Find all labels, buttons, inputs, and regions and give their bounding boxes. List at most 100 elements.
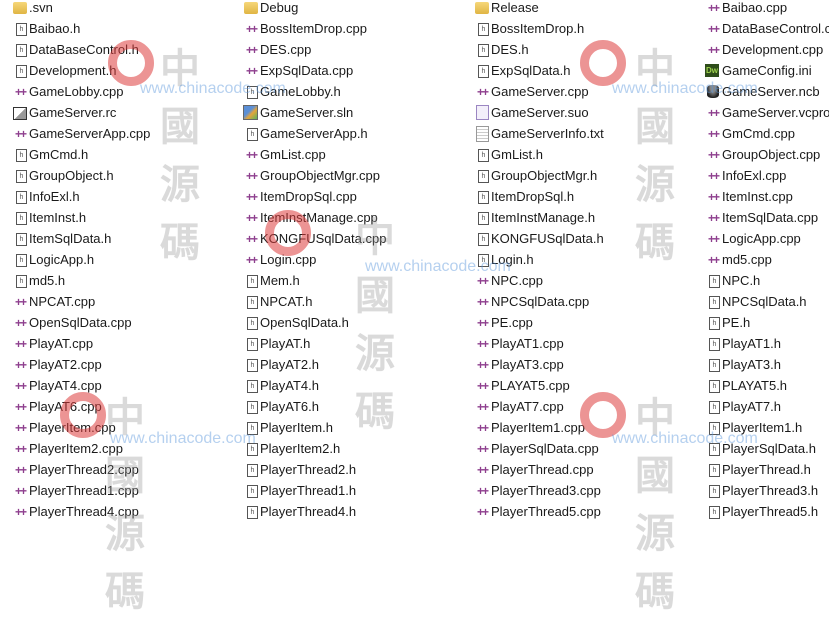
file-item[interactable]: h DataBaseControl.h [0, 39, 231, 60]
file-item[interactable]: ++ PlayAT2.cpp [0, 354, 231, 375]
file-item[interactable]: h PE.h [693, 312, 829, 333]
file-item[interactable]: h GroupObject.h [0, 165, 231, 186]
file-item[interactable]: ++ PlayerItem.cpp [0, 417, 231, 438]
file-item[interactable]: ++ Development.cpp [693, 39, 829, 60]
file-item[interactable]: ++ PlayAT6.cpp [0, 396, 231, 417]
file-item[interactable]: ++ md5.cpp [693, 249, 829, 270]
file-item[interactable]: ++ NPCAT.cpp [0, 291, 231, 312]
file-item[interactable]: h PlayAT2.h [231, 354, 462, 375]
file-item[interactable]: ++ PlayAT.cpp [0, 333, 231, 354]
file-item[interactable]: h PlayerThread1.h [231, 480, 462, 501]
file-item[interactable]: ++ GroupObjectMgr.cpp [231, 165, 462, 186]
file-item[interactable]: h PlayerItem.h [231, 417, 462, 438]
file-item[interactable]: h PlayAT6.h [231, 396, 462, 417]
file-item[interactable]: h PlayAT.h [231, 333, 462, 354]
file-item[interactable]: h GmCmd.h [0, 144, 231, 165]
file-item[interactable]: h ItemInst.h [0, 207, 231, 228]
file-item[interactable]: h ExpSqlData.h [462, 60, 693, 81]
file-item[interactable]: ++ ItemSqlData.cpp [693, 207, 829, 228]
file-item[interactable]: ++ ItemInstManage.cpp [231, 207, 462, 228]
file-item[interactable]: h GameServerApp.h [231, 123, 462, 144]
file-item[interactable]: h PlayerSqlData.h [693, 438, 829, 459]
file-item[interactable]: ++ GmList.cpp [231, 144, 462, 165]
file-item[interactable]: GameServer.ncb [693, 81, 829, 102]
file-item[interactable]: h PLAYAT5.h [693, 375, 829, 396]
file-item[interactable]: GameServer.sln [231, 102, 462, 123]
file-item[interactable]: ++ PlayerThread5.cpp [462, 501, 693, 522]
file-item[interactable]: ++ GameServerApp.cpp [0, 123, 231, 144]
file-item[interactable]: ++ PE.cpp [462, 312, 693, 333]
file-item[interactable]: h ItemSqlData.h [0, 228, 231, 249]
file-item[interactable]: ++ NPC.cpp [462, 270, 693, 291]
file-item[interactable]: ++ PlayerThread4.cpp [0, 501, 231, 522]
file-item[interactable]: GameServerInfo.txt [462, 123, 693, 144]
file-item[interactable]: h PlayAT3.h [693, 354, 829, 375]
file-item[interactable]: h PlayerThread2.h [231, 459, 462, 480]
file-item[interactable]: ++ PlayerThread.cpp [462, 459, 693, 480]
file-item[interactable]: h NPCSqlData.h [693, 291, 829, 312]
file-item[interactable]: h ItemDropSql.h [462, 186, 693, 207]
file-item[interactable]: h GmList.h [462, 144, 693, 165]
folder-item[interactable]: Debug [231, 0, 462, 18]
file-item[interactable]: ++ InfoExl.cpp [693, 165, 829, 186]
file-item[interactable]: ++ BossItemDrop.cpp [231, 18, 462, 39]
file-item[interactable]: ++ PlayerThread3.cpp [462, 480, 693, 501]
file-item[interactable]: h PlayAT1.h [693, 333, 829, 354]
file-item[interactable]: h ItemInstManage.h [462, 207, 693, 228]
file-item[interactable]: Dw GameConfig.ini [693, 60, 829, 81]
file-item[interactable]: ++ LogicApp.cpp [693, 228, 829, 249]
file-item[interactable]: h KONGFUSqlData.h [462, 228, 693, 249]
file-item[interactable]: h PlayerThread3.h [693, 480, 829, 501]
file-item[interactable]: ++ PlayAT3.cpp [462, 354, 693, 375]
file-item[interactable]: ++ Baibao.cpp [693, 0, 829, 18]
file-item[interactable]: ++ GameServer.cpp [462, 81, 693, 102]
file-item[interactable]: h Mem.h [231, 270, 462, 291]
file-item[interactable]: h GroupObjectMgr.h [462, 165, 693, 186]
file-item[interactable]: ++ PlayerSqlData.cpp [462, 438, 693, 459]
file-item[interactable]: h InfoExl.h [0, 186, 231, 207]
file-item[interactable]: h PlayerItem2.h [231, 438, 462, 459]
file-item[interactable]: ++DataBaseControl.cpp [693, 18, 829, 39]
file-item[interactable]: h GameLobby.h [231, 81, 462, 102]
file-item[interactable]: h BossItemDrop.h [462, 18, 693, 39]
file-item[interactable]: h md5.h [0, 270, 231, 291]
file-item[interactable]: ++ DES.cpp [231, 39, 462, 60]
file-item[interactable]: ++ PlayAT7.cpp [462, 396, 693, 417]
file-item[interactable]: GameServer.rc [0, 102, 231, 123]
file-item[interactable]: ++ ItemInst.cpp [693, 186, 829, 207]
file-item[interactable]: h PlayerThread4.h [231, 501, 462, 522]
folder-item[interactable]: Release [462, 0, 693, 18]
file-item[interactable]: h PlayAT4.h [231, 375, 462, 396]
file-item[interactable]: ++ PlayAT1.cpp [462, 333, 693, 354]
file-item[interactable]: ++ GroupObject.cpp [693, 144, 829, 165]
file-item[interactable]: ++ KONGFUSqlData.cpp [231, 228, 462, 249]
file-item[interactable]: ++ PlayerItem2.cpp [0, 438, 231, 459]
file-item[interactable]: ++ GameServer.vcproj [693, 102, 829, 123]
file-item[interactable]: h Login.h [462, 249, 693, 270]
file-item[interactable]: h DES.h [462, 39, 693, 60]
file-item[interactable]: ++ GmCmd.cpp [693, 123, 829, 144]
file-item[interactable]: h OpenSqlData.h [231, 312, 462, 333]
file-item[interactable]: ++ OpenSqlData.cpp [0, 312, 231, 333]
file-item[interactable]: ++ GameLobby.cpp [0, 81, 231, 102]
file-item[interactable]: h PlayAT7.h [693, 396, 829, 417]
file-item[interactable]: ++ PLAYAT5.cpp [462, 375, 693, 396]
file-item[interactable]: h Baibao.h [0, 18, 231, 39]
folder-item[interactable]: .svn [0, 0, 231, 18]
file-item[interactable]: ++ PlayAT4.cpp [0, 375, 231, 396]
file-item[interactable]: h PlayerThread5.h [693, 501, 829, 522]
file-item[interactable]: ++ PlayerItem1.cpp [462, 417, 693, 438]
file-item[interactable]: h NPCAT.h [231, 291, 462, 312]
file-item[interactable]: h LogicApp.h [0, 249, 231, 270]
file-item[interactable]: ++ PlayerThread1.cpp [0, 480, 231, 501]
file-item[interactable]: h NPC.h [693, 270, 829, 291]
file-item[interactable]: ++ ItemDropSql.cpp [231, 186, 462, 207]
file-item[interactable]: h PlayerThread.h [693, 459, 829, 480]
file-item[interactable]: ++ Login.cpp [231, 249, 462, 270]
file-item[interactable]: ++ PlayerThread2.cpp [0, 459, 231, 480]
file-item[interactable]: GameServer.suo [462, 102, 693, 123]
file-item[interactable]: ++ ExpSqlData.cpp [231, 60, 462, 81]
file-item[interactable]: h Development.h [0, 60, 231, 81]
file-item[interactable]: h PlayerItem1.h [693, 417, 829, 438]
file-item[interactable]: ++ NPCSqlData.cpp [462, 291, 693, 312]
